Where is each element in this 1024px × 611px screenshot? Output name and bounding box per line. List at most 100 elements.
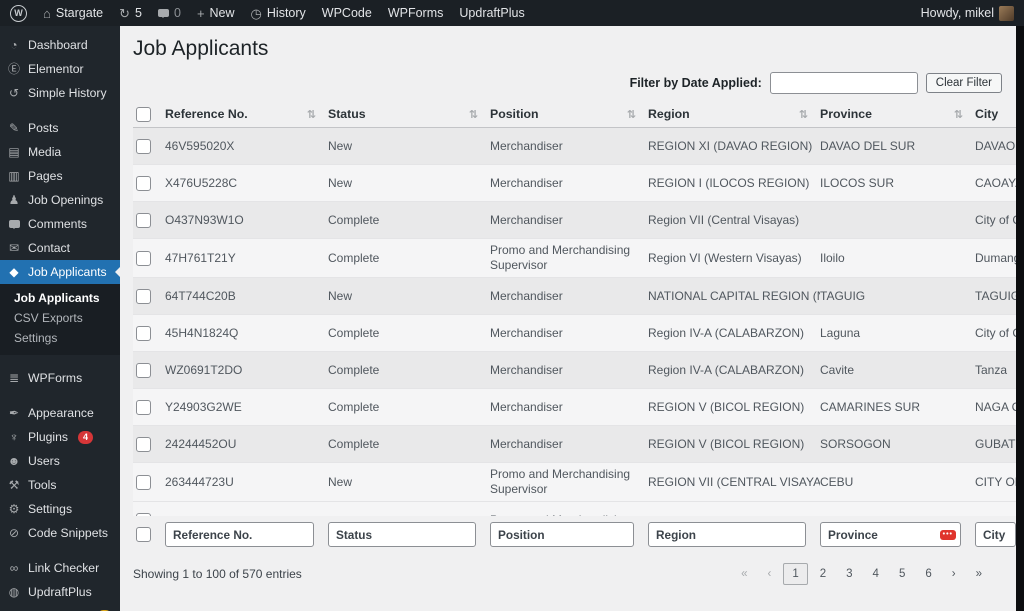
cell-province: Iloilo xyxy=(820,247,975,270)
filter-row-checkbox[interactable] xyxy=(136,527,151,542)
sidebar-item-elementor[interactable]: Ⓔ Elementor xyxy=(0,57,120,81)
row-checkbox[interactable] xyxy=(136,400,151,415)
row-checkbox[interactable] xyxy=(136,513,151,517)
pagination-first[interactable]: « xyxy=(733,564,755,584)
sidebar-item-pages[interactable]: ▥ Pages xyxy=(0,164,120,188)
column-header-province[interactable]: Province ⇅ xyxy=(820,101,975,127)
pagination-prev[interactable]: ‹ xyxy=(759,564,779,584)
sort-icon[interactable]: ⇅ xyxy=(954,108,963,121)
new-content-menu[interactable]: + New xyxy=(197,6,235,20)
sidebar-item-link-checker[interactable]: ∞ Link Checker xyxy=(0,556,120,580)
column-header-city[interactable]: City xyxy=(975,101,1016,127)
wpforms-link[interactable]: WPForms xyxy=(388,6,444,20)
column-header-position[interactable]: Position ⇅ xyxy=(490,101,648,127)
table-row[interactable]: O437N93W1O Complete Merchandiser Region … xyxy=(133,202,1016,239)
pagination-next[interactable]: › xyxy=(944,564,964,584)
updraftplus-link[interactable]: UpdraftPlus xyxy=(459,6,524,20)
cell-region: NATIONAL CAPITAL REGION (NCR) xyxy=(648,285,820,308)
history-link[interactable]: ◷ History xyxy=(251,6,306,20)
account-menu[interactable]: Howdy, mikel xyxy=(921,6,1014,21)
plugins-update-badge: 4 xyxy=(78,431,93,444)
site-link[interactable]: ⌂ Stargate xyxy=(43,6,103,20)
column-header-status[interactable]: Status ⇅ xyxy=(328,101,490,127)
home-icon: ⌂ xyxy=(43,7,51,20)
sidebar-item-updraftplus[interactable]: ◍ UpdraftPlus xyxy=(0,580,120,604)
wpcode-link[interactable]: WPCode xyxy=(322,6,372,20)
table-row[interactable]: 47H761T21Y Complete Promo and Merchandis… xyxy=(133,239,1016,278)
pagination-page-5[interactable]: 5 xyxy=(891,564,913,584)
pagination: « ‹ 1 2 3 4 5 6 › » xyxy=(733,563,990,585)
table-row[interactable]: 24244452OU Complete Merchandiser REGION … xyxy=(133,426,1016,463)
table-row[interactable]: 64T744C20B New Merchandiser NATIONAL CAP… xyxy=(133,278,1016,315)
pagination-page-3[interactable]: 3 xyxy=(838,564,860,584)
table-row[interactable]: 46V595020X New Merchandiser REGION XI (D… xyxy=(133,128,1016,165)
filter-region-input[interactable] xyxy=(648,522,806,547)
page-title: Job Applicants xyxy=(133,37,1024,61)
pagination-page-2[interactable]: 2 xyxy=(812,564,834,584)
filter-reference-input[interactable] xyxy=(165,522,314,547)
sidebar-item-label: Simple History xyxy=(28,86,107,100)
sidebar-item-simple-history[interactable]: ↺ Simple History xyxy=(0,81,120,105)
row-checkbox[interactable] xyxy=(136,475,151,490)
table-row[interactable]: 45H4N1824Q Complete Merchandiser Region … xyxy=(133,315,1016,352)
sidebar-item-media[interactable]: ▤ Media xyxy=(0,140,120,164)
column-header-reference[interactable]: Reference No. ⇅ xyxy=(165,101,328,127)
cell-position: Merchandiser xyxy=(490,396,648,419)
sidebar-item-users[interactable]: ☻ Users xyxy=(0,449,120,473)
row-checkbox[interactable] xyxy=(136,363,151,378)
row-checkbox[interactable] xyxy=(136,176,151,191)
row-checkbox[interactable] xyxy=(136,251,151,266)
filter-position-input[interactable] xyxy=(490,522,634,547)
sidebar-item-tools[interactable]: ⚒ Tools xyxy=(0,473,120,497)
pagination-page-6[interactable]: 6 xyxy=(917,564,939,584)
cell-city: DAVAO CI xyxy=(975,135,1016,158)
table-row[interactable]: Y24903G2WE Complete Merchandiser REGION … xyxy=(133,389,1016,426)
sidebar-item-dashboard[interactable]: ◔ Dashboard xyxy=(0,33,120,57)
submenu-item-job-applicants[interactable]: Job Applicants xyxy=(10,288,120,308)
select-all-checkbox[interactable] xyxy=(136,107,151,122)
tools-icon: ⚒ xyxy=(7,479,21,491)
sidebar-item-posts[interactable]: ✎ Posts xyxy=(0,116,120,140)
sidebar-item-comments[interactable]: Comments xyxy=(0,212,120,236)
sidebar-item-code-snippets[interactable]: ⊘ Code Snippets xyxy=(0,521,120,545)
sidebar-item-plugins[interactable]: ♆ Plugins 4 xyxy=(0,425,120,449)
sidebar-item-wpforms[interactable]: ≣ WPForms xyxy=(0,366,120,390)
wordpress-menu[interactable]: W xyxy=(10,5,27,22)
pagination-last[interactable]: » xyxy=(968,564,990,584)
entries-summary: Showing 1 to 100 of 570 entries xyxy=(133,567,302,581)
table-row[interactable]: 263444723U New Promo and Merchandising S… xyxy=(133,463,1016,502)
sidebar-item-settings[interactable]: ⚙ Settings xyxy=(0,497,120,521)
sort-icon[interactable]: ⇅ xyxy=(307,108,316,121)
sidebar-item-label: Job Openings xyxy=(28,193,103,207)
row-checkbox[interactable] xyxy=(136,289,151,304)
column-header-region[interactable]: Region ⇅ xyxy=(648,101,820,127)
comments-link[interactable]: 0 xyxy=(158,6,181,20)
sidebar-item-appearance[interactable]: ✒ Appearance xyxy=(0,401,120,425)
extension-ellipsis-icon[interactable]: ••• xyxy=(940,530,956,540)
sidebar-item-job-applicants[interactable]: ◆ Job Applicants xyxy=(0,260,120,284)
row-checkbox[interactable] xyxy=(136,437,151,452)
pages-icon: ▥ xyxy=(7,170,21,182)
row-checkbox[interactable] xyxy=(136,326,151,341)
updates-link[interactable]: ↻ 5 xyxy=(119,6,142,20)
sort-icon[interactable]: ⇅ xyxy=(627,108,636,121)
row-checkbox[interactable] xyxy=(136,139,151,154)
row-checkbox[interactable] xyxy=(136,213,151,228)
sidebar-item-contact[interactable]: ✉ Contact xyxy=(0,236,120,260)
clear-filter-button[interactable]: Clear Filter xyxy=(926,73,1002,93)
sort-icon[interactable]: ⇅ xyxy=(469,108,478,121)
sidebar-item-job-openings[interactable]: ♟ Job Openings xyxy=(0,188,120,212)
table-row[interactable]: WZ0691T2DO Complete Merchandiser Region … xyxy=(133,352,1016,389)
table-row[interactable]: X476U5228C New Merchandiser REGION I (IL… xyxy=(133,165,1016,202)
sort-icon[interactable]: ⇅ xyxy=(799,108,808,121)
filter-status-input[interactable] xyxy=(328,522,476,547)
cell-region: Region VII (Central Visayas) xyxy=(648,209,820,232)
sidebar-item-wordfence[interactable]: ▩ Wordfence 2 xyxy=(0,604,120,611)
pagination-page-4[interactable]: 4 xyxy=(865,564,887,584)
cell-region: REGION I (ILOCOS REGION) xyxy=(648,172,820,195)
filter-city-input[interactable] xyxy=(975,522,1016,547)
submenu-item-csv-exports[interactable]: CSV Exports xyxy=(10,308,120,328)
submenu-item-settings[interactable]: Settings xyxy=(10,328,120,348)
date-filter-input[interactable] xyxy=(770,72,918,94)
pagination-page-1[interactable]: 1 xyxy=(783,563,807,585)
